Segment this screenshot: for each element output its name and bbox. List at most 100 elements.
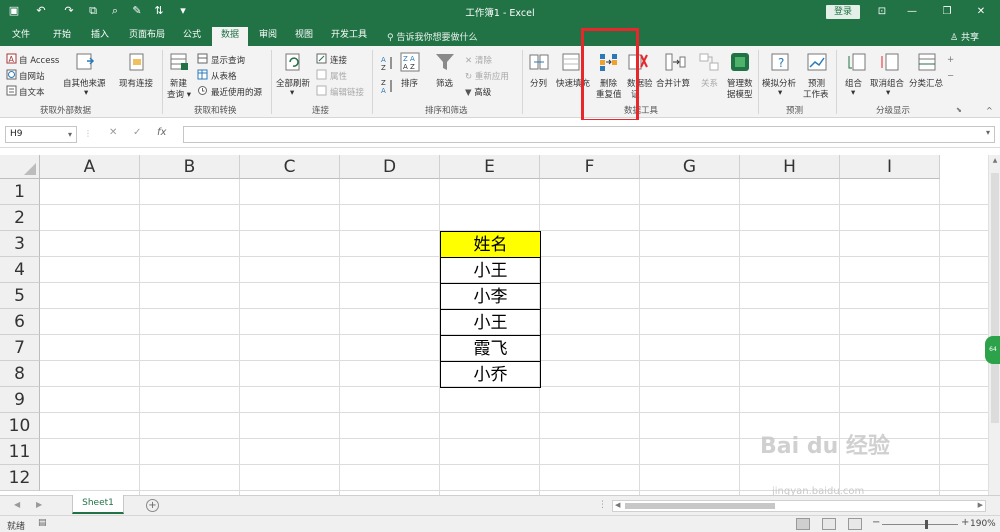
row-header-9[interactable]: 9	[0, 387, 40, 413]
normal-view-icon[interactable]	[796, 518, 810, 530]
row-header-8[interactable]: 8	[0, 361, 40, 387]
resize-handle-icon[interactable]: ⋮	[84, 129, 92, 138]
row-header-3[interactable]: 3	[0, 231, 40, 257]
zoom-level[interactable]: 190%	[970, 519, 996, 529]
sheet-tab-sheet1[interactable]: Sheet1	[72, 495, 124, 514]
dialog-launcher-icon[interactable]: ⬊	[956, 106, 962, 114]
close-icon[interactable]: ✕	[970, 3, 992, 21]
show-detail-icon[interactable]: +	[947, 55, 954, 65]
table-header-cell[interactable]: 姓名	[440, 231, 541, 258]
page-layout-view-icon[interactable]	[822, 518, 836, 530]
share-button[interactable]: ♙ 共享	[950, 30, 979, 43]
tab-formulas[interactable]: 公式	[176, 27, 208, 46]
scroll-left-icon[interactable]: ◀	[615, 501, 620, 509]
horizontal-scroll-thumb[interactable]	[625, 503, 775, 509]
table-cell[interactable]: 小王	[440, 257, 541, 284]
vertical-scroll-thumb[interactable]	[991, 173, 999, 423]
prev-sheet-icon[interactable]: ◀	[14, 500, 20, 509]
tab-review[interactable]: 审阅	[252, 27, 284, 46]
tab-view[interactable]: 视图	[288, 27, 320, 46]
recent-sources-button[interactable]: 最近使用的源	[211, 86, 262, 98]
group-dropdown-icon[interactable]: ▾	[851, 88, 855, 98]
row-header-4[interactable]: 4	[0, 257, 40, 283]
zoom-in-icon[interactable]: +	[961, 517, 969, 528]
expand-formula-icon[interactable]: ▾	[986, 128, 990, 137]
column-header-b[interactable]: B	[140, 155, 240, 179]
from-table-button[interactable]: 从表格	[211, 70, 237, 82]
row-header-11[interactable]: 11	[0, 439, 40, 465]
manage-model-button[interactable]: 据模型	[727, 88, 753, 100]
connections-button[interactable]: 连接	[330, 54, 347, 66]
tab-file[interactable]: 文件	[4, 27, 38, 46]
sort-ascending-icon[interactable]: AZ	[381, 55, 395, 71]
formula-input[interactable]: ▾	[183, 126, 995, 143]
row-header-12[interactable]: 12	[0, 465, 40, 491]
login-button[interactable]: 登录	[826, 5, 860, 19]
properties-button[interactable]: 属性	[330, 70, 347, 82]
zoom-slider-knob[interactable]	[925, 520, 928, 529]
forecast-sheet-button[interactable]: 工作表	[803, 88, 829, 100]
other-sources-dropdown-icon[interactable]: ▾	[84, 88, 88, 98]
table-cell[interactable]: 霞飞	[440, 335, 541, 362]
name-box[interactable]: H9 ▾	[5, 126, 77, 143]
tab-split-handle-icon[interactable]: ⋮	[598, 500, 607, 510]
filter-button[interactable]: 筛选	[436, 77, 453, 89]
show-queries-button[interactable]: 显示查询	[211, 54, 245, 66]
from-web-button[interactable]: 自网站	[19, 70, 45, 82]
insert-function-icon[interactable]: fx	[157, 127, 166, 138]
minimize-icon[interactable]: —	[901, 3, 923, 21]
sort-descending-icon[interactable]: ZA	[381, 78, 395, 94]
tab-insert[interactable]: 插入	[84, 27, 116, 46]
table-cell[interactable]: 小李	[440, 283, 541, 310]
page-break-view-icon[interactable]	[848, 518, 862, 530]
column-header-e[interactable]: E	[440, 155, 540, 179]
side-floating-badge[interactable]: 64	[985, 336, 1000, 364]
refresh-all-dropdown-icon[interactable]: ▾	[290, 88, 294, 98]
subtotal-button[interactable]: 分类汇总	[909, 77, 943, 89]
tab-page-layout[interactable]: 页面布局	[124, 27, 170, 46]
next-sheet-icon[interactable]: ▶	[36, 500, 42, 509]
existing-connections-button[interactable]: 现有连接	[119, 77, 153, 89]
column-header-c[interactable]: C	[240, 155, 340, 179]
column-header-a[interactable]: A	[40, 155, 140, 179]
text-to-columns-button[interactable]: 分列	[530, 77, 547, 89]
ungroup-dropdown-icon[interactable]: ▾	[886, 88, 890, 98]
scroll-up-icon[interactable]: ▲	[991, 157, 999, 167]
column-header-d[interactable]: D	[340, 155, 440, 179]
new-query-button[interactable]: 查询 ▾	[167, 88, 191, 100]
clear-button[interactable]: ✕ 清除	[465, 54, 492, 66]
column-header-h[interactable]: H	[740, 155, 840, 179]
reapply-button[interactable]: ↻ 重新应用	[465, 70, 509, 82]
collapse-ribbon-icon[interactable]: ^	[986, 106, 993, 115]
row-header-5[interactable]: 5	[0, 283, 40, 309]
column-header-i[interactable]: I	[840, 155, 940, 179]
zoom-slider[interactable]	[882, 524, 958, 525]
zoom-out-icon[interactable]: −	[872, 517, 880, 528]
column-header-g[interactable]: G	[640, 155, 740, 179]
tell-me-search[interactable]: ⚲ 告诉我你想要做什么	[387, 30, 477, 43]
sort-button[interactable]: 排序	[401, 77, 418, 89]
vertical-scrollbar[interactable]: ▲	[988, 155, 1000, 495]
tab-developer[interactable]: 开发工具	[326, 27, 372, 46]
row-header-10[interactable]: 10	[0, 413, 40, 439]
row-header-1[interactable]: 1	[0, 179, 40, 205]
horizontal-scrollbar[interactable]: ◀ ▶	[612, 500, 986, 512]
ribbon-display-icon[interactable]: ⊡	[871, 3, 893, 21]
table-cell[interactable]: 小乔	[440, 361, 541, 388]
scroll-right-icon[interactable]: ▶	[978, 501, 983, 509]
row-header-6[interactable]: 6	[0, 309, 40, 335]
cancel-icon[interactable]: ✕	[109, 127, 117, 138]
from-access-button[interactable]: 自 Access	[19, 54, 59, 66]
advanced-filter-button[interactable]: ▼ 高级	[465, 86, 491, 98]
add-sheet-icon[interactable]: +	[146, 499, 159, 512]
table-cell[interactable]: 小王	[440, 309, 541, 336]
hide-detail-icon[interactable]: −	[947, 71, 954, 81]
from-text-button[interactable]: 自文本	[19, 86, 45, 98]
row-header-2[interactable]: 2	[0, 205, 40, 231]
row-header-7[interactable]: 7	[0, 335, 40, 361]
edit-links-button[interactable]: 编辑链接	[330, 86, 364, 98]
tab-data[interactable]: 数据	[212, 27, 248, 46]
column-header-f[interactable]: F	[540, 155, 640, 179]
tab-home[interactable]: 开始	[46, 27, 78, 46]
select-all-corner[interactable]	[0, 155, 40, 179]
